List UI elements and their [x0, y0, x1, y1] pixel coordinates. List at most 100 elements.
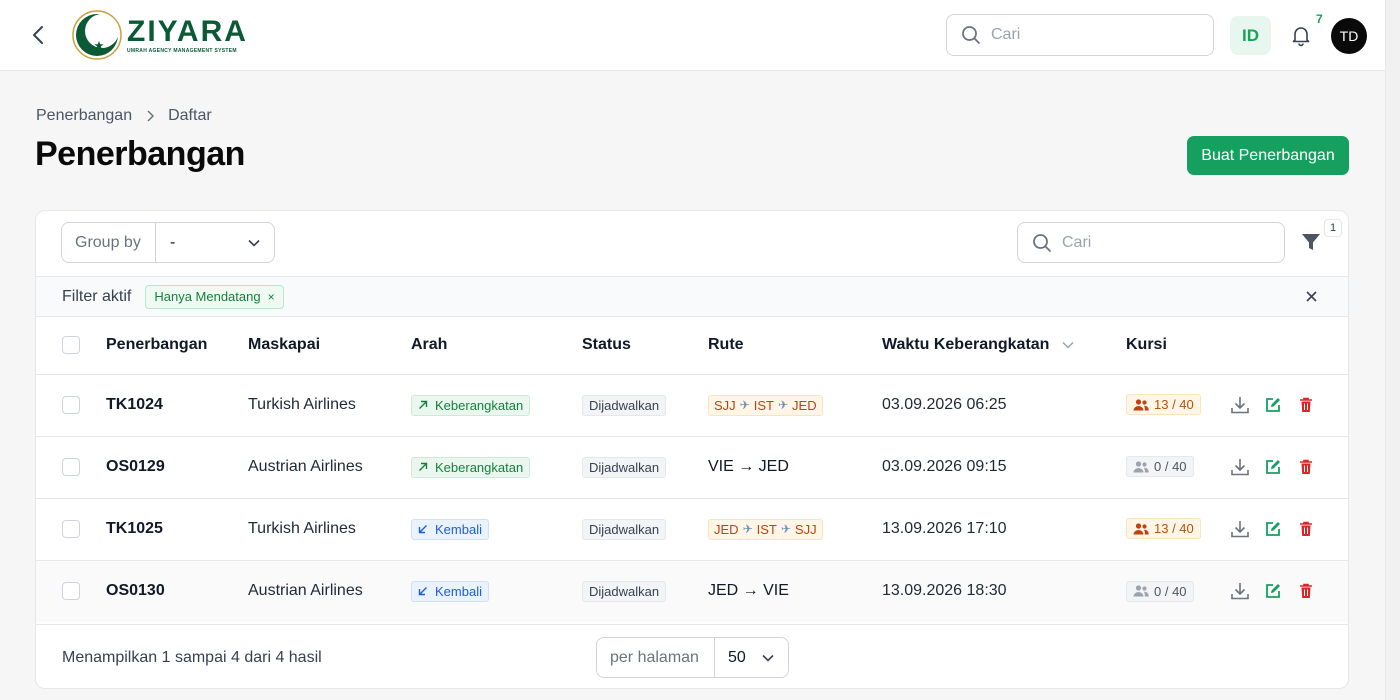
col-header-flight: Penerbangan [106, 336, 208, 354]
filter-count-badge: 1 [1324, 219, 1342, 237]
delete-icon[interactable] [1295, 394, 1317, 416]
download-icon[interactable] [1229, 518, 1251, 540]
seats-badge: 13 / 40 [1126, 394, 1201, 416]
sort-chevron-down-icon[interactable] [1062, 341, 1074, 349]
flight-code[interactable]: TK1024 [106, 374, 248, 436]
users-icon [1133, 399, 1149, 411]
direction-badge: Keberangkatan [411, 394, 531, 416]
notification-bell-icon[interactable] [1289, 23, 1313, 47]
delete-icon[interactable] [1295, 518, 1317, 540]
seats-badge: 0 / 40 [1126, 580, 1194, 602]
route-text: JED → VIE [708, 582, 789, 600]
route-stop: JED [792, 397, 817, 413]
edit-icon[interactable] [1262, 394, 1284, 416]
row-checkbox[interactable] [62, 457, 80, 476]
global-search-input[interactable] [991, 26, 1191, 44]
edit-icon[interactable] [1262, 456, 1284, 478]
groupby-value-dropdown[interactable]: - [156, 234, 274, 252]
row-checkbox[interactable] [62, 582, 80, 601]
notification-count: 7 [1316, 12, 1323, 26]
table-search-input[interactable] [1062, 233, 1262, 252]
flights-table: Penerbangan Maskapai Arah Status Rute Wa… [36, 317, 1348, 622]
download-icon[interactable] [1229, 394, 1251, 416]
table-row[interactable]: OS0129 Austrian Airlines Keberangkatan D… [36, 436, 1348, 498]
back-arrow-icon[interactable] [28, 24, 48, 46]
route-badge: JED ✈ IST ✈ SJJ [708, 518, 823, 540]
route-stop: IST [753, 397, 774, 413]
direction-label: Keberangkatan [435, 459, 524, 475]
direction-badge: Keberangkatan [411, 456, 531, 478]
status-badge: Dijadwalkan [582, 394, 667, 416]
logo-name: ZIYARA [127, 14, 248, 48]
route-text: VIE → JED [708, 458, 789, 475]
arrow-up-right-icon [419, 462, 428, 471]
download-icon[interactable] [1229, 456, 1251, 478]
language-switch-button[interactable]: ID [1230, 16, 1271, 55]
route-stop: IST [756, 521, 777, 537]
direction-label: Keberangkatan [435, 397, 524, 413]
avatar[interactable]: TD [1331, 18, 1367, 54]
seats-badge: 13 / 40 [1126, 518, 1201, 540]
row-checkbox[interactable] [62, 395, 80, 414]
route-badge: SJJ ✈ IST ✈ JED [708, 394, 823, 416]
edit-icon[interactable] [1262, 518, 1284, 540]
delete-icon[interactable] [1295, 580, 1317, 602]
col-header-departure[interactable]: Waktu Keberangkatan [882, 317, 1126, 374]
filter-icon[interactable] [1300, 231, 1322, 253]
table-search[interactable] [1017, 222, 1285, 263]
status-badge: Dijadwalkan [582, 580, 667, 602]
chevron-right-icon [146, 110, 155, 122]
chevron-down-icon [248, 239, 260, 247]
flight-code[interactable]: TK1025 [106, 498, 248, 560]
row-checkbox[interactable] [62, 519, 80, 538]
edit-icon[interactable] [1262, 580, 1284, 602]
col-header-direction: Arah [411, 336, 448, 354]
search-icon [962, 26, 980, 44]
airline: Turkish Airlines [248, 520, 356, 537]
direction-label: Kembali [435, 583, 482, 599]
active-filters-label: Filter aktif [62, 287, 132, 305]
ziyara-logo[interactable]: ZIYARA UMRAH AGENCY MANAGEMENT SYSTEM [71, 9, 248, 61]
delete-icon[interactable] [1295, 456, 1317, 478]
arrow-down-left-icon [418, 587, 427, 596]
clear-filters-icon[interactable] [1303, 288, 1319, 304]
page-scrollbar[interactable] [1385, 0, 1400, 700]
airline: Turkish Airlines [248, 396, 356, 413]
groupby-select[interactable]: Group by - [61, 222, 275, 263]
page-title: Penerbangan [35, 135, 245, 173]
table-row[interactable]: OS0130 Austrian Airlines Kembali Dijadwa… [36, 560, 1348, 622]
direction-badge: Kembali [411, 518, 489, 540]
per-page-value: 50 [728, 648, 746, 666]
results-summary: Menampilkan 1 sampai 4 dari 4 hasil [62, 649, 322, 666]
chevron-down-icon [762, 654, 774, 662]
download-icon[interactable] [1229, 580, 1251, 602]
flight-code[interactable]: OS0130 [106, 560, 248, 622]
logo-subtitle: UMRAH AGENCY MANAGEMENT SYSTEM [127, 47, 237, 54]
table-row[interactable]: TK1024 Turkish Airlines Keberangkatan Di… [36, 374, 1348, 436]
select-all-checkbox[interactable] [62, 336, 80, 355]
users-icon [1133, 585, 1149, 597]
global-search[interactable] [946, 14, 1214, 56]
per-page-dropdown[interactable]: 50 [715, 649, 788, 667]
breadcrumb: Penerbangan Daftar [36, 107, 212, 125]
col-header-route: Rute [708, 336, 744, 354]
top-bar: ZIYARA UMRAH AGENCY MANAGEMENT SYSTEM ID… [0, 0, 1385, 71]
create-flight-button[interactable]: Buat Penerbangan [1187, 136, 1349, 175]
seats-value: 13 / 40 [1154, 521, 1194, 537]
departure-time: 03.09.2026 06:25 [882, 396, 1007, 413]
remove-filter-icon[interactable]: × [268, 290, 275, 304]
active-filters-bar: Filter aktif Hanya Mendatang × [36, 276, 1348, 317]
plane-icon: ✈ [739, 398, 750, 412]
per-page-select[interactable]: per halaman 50 [596, 637, 789, 678]
table-row[interactable]: TK1025 Turkish Airlines Kembali Dijadwal… [36, 498, 1348, 560]
route-stop: JED [714, 521, 739, 537]
plane-icon: ✈ [777, 398, 789, 412]
col-header-departure-label: Waktu Keberangkatan [882, 336, 1050, 354]
col-header-status: Status [582, 336, 631, 354]
seats-badge: 0 / 40 [1126, 456, 1194, 478]
arrow-down-left-icon [418, 525, 427, 534]
table-toolbar: Group by - 1 [36, 211, 1348, 276]
breadcrumb-parent[interactable]: Penerbangan [36, 107, 132, 125]
route-stop: SJJ [714, 397, 736, 413]
flight-code[interactable]: OS0129 [106, 436, 248, 498]
